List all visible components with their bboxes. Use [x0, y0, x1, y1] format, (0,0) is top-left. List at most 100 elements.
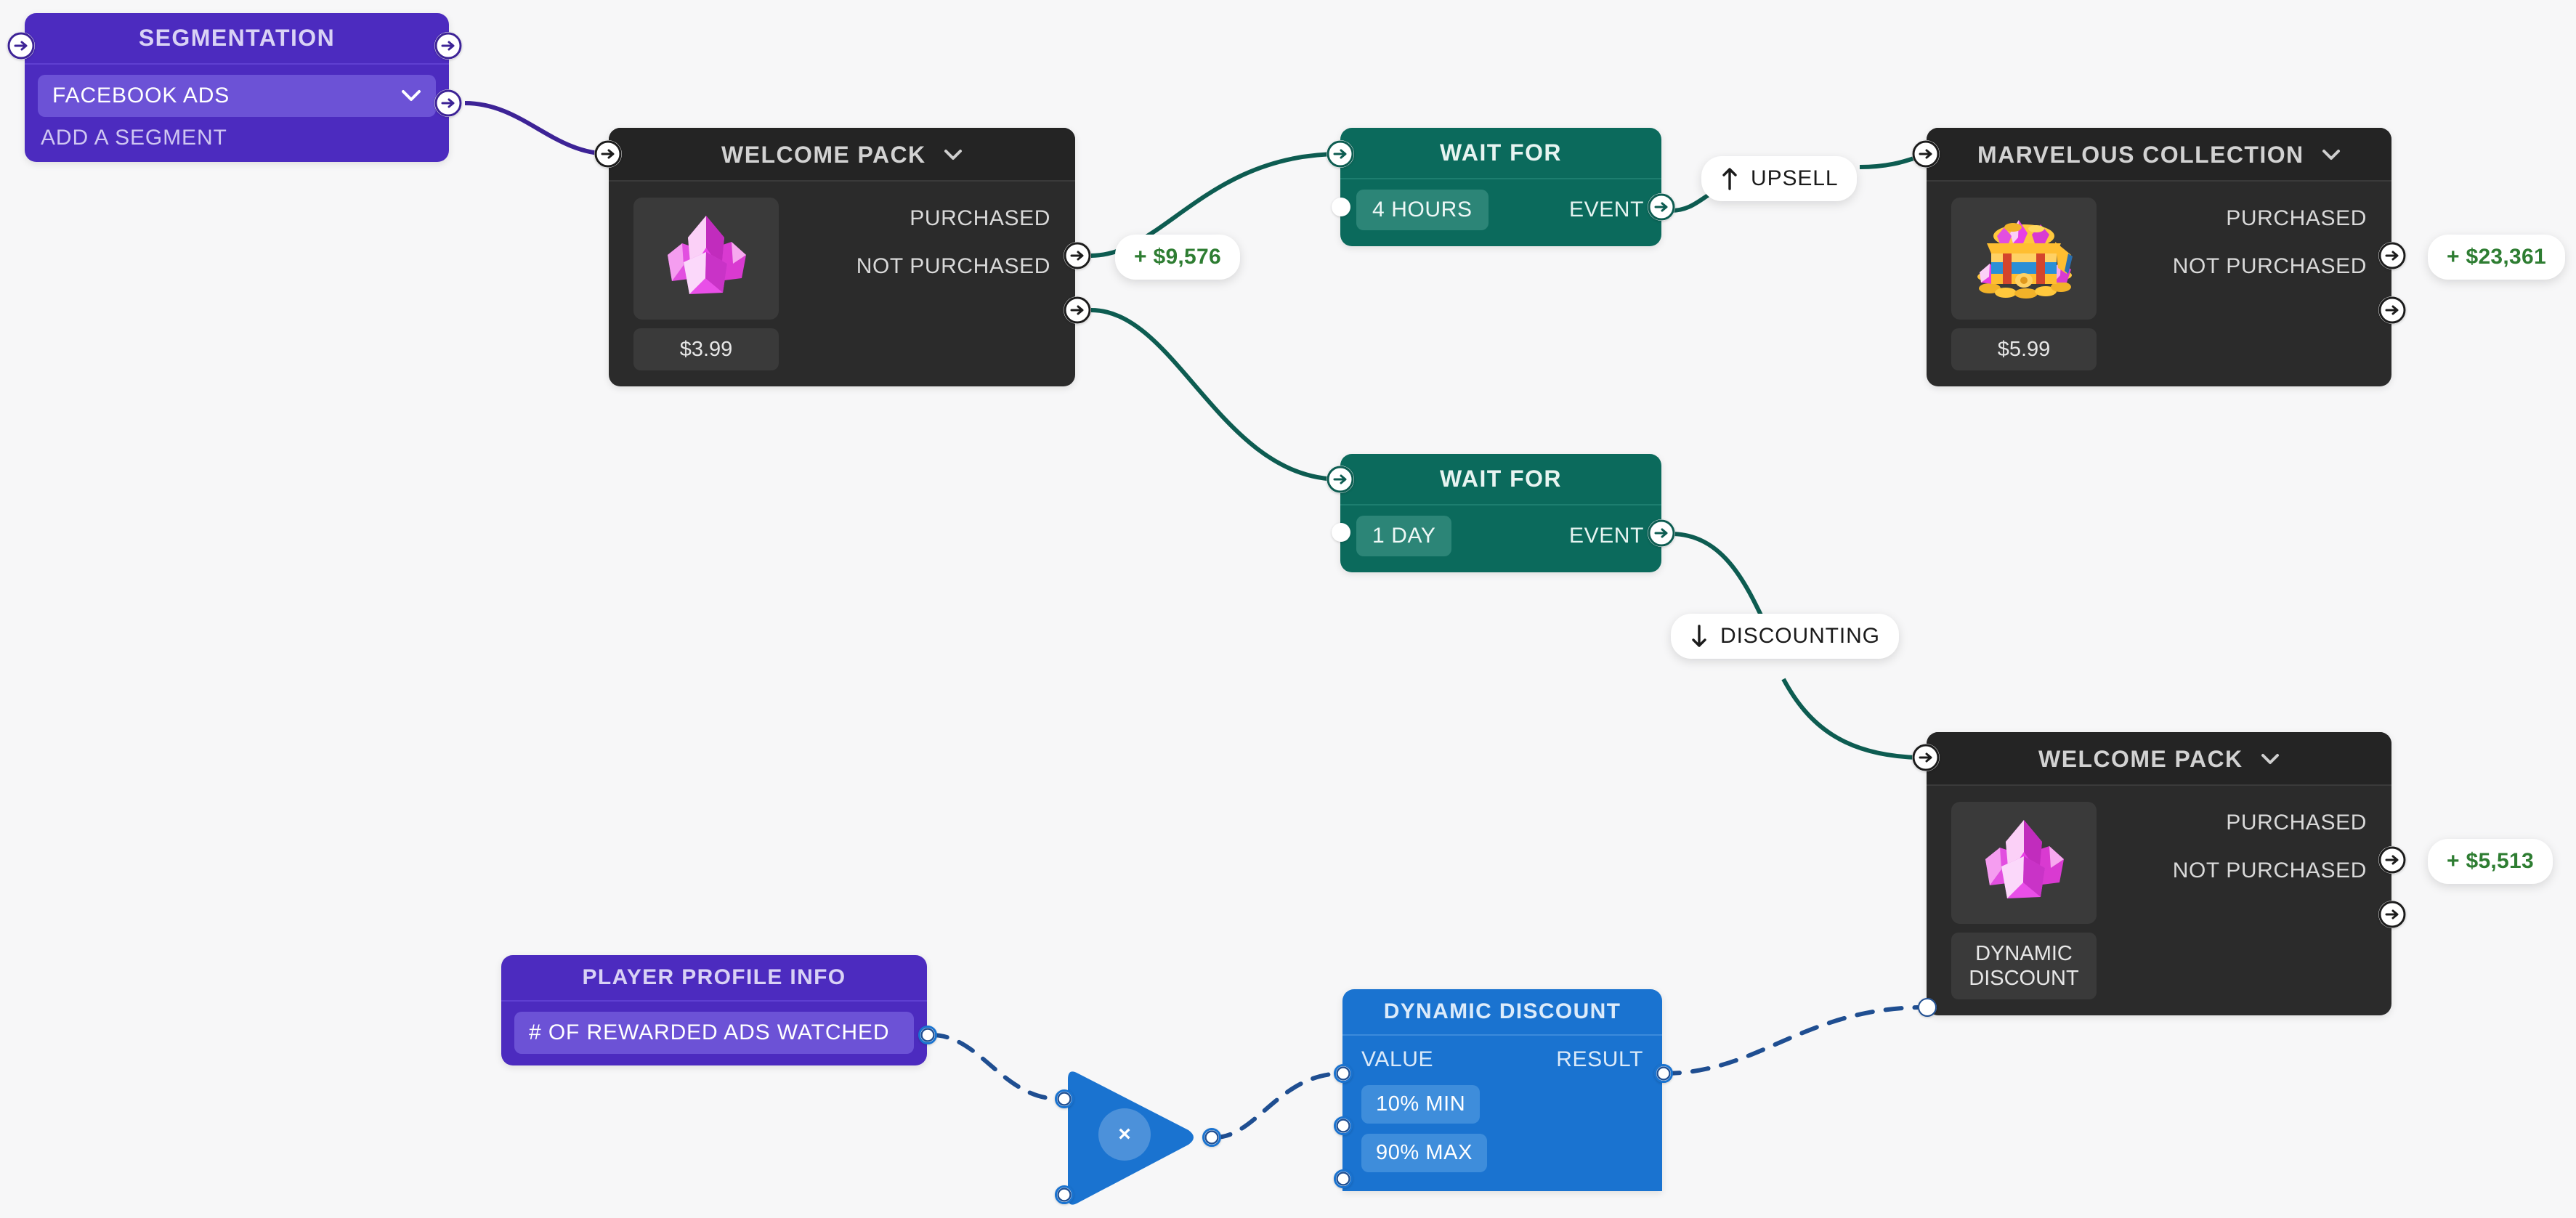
welcome-pack-2-purchased-port[interactable] [2378, 846, 2406, 874]
segment-select[interactable]: FACEBOOK ADS [38, 75, 436, 117]
chevron-down-icon[interactable] [2322, 139, 2341, 166]
welcome-pack-2-thumb-col: DYNAMIC DISCOUNT [1927, 802, 2097, 1000]
wait-for-1-input-port[interactable] [1327, 140, 1354, 168]
wait-for-1-event-port[interactable] [1648, 193, 1675, 221]
dynamic-discount-body: VALUE RESULT 10% MIN 90% MAX [1342, 1036, 1662, 1191]
output-label-purchased: PURCHASED [2226, 811, 2367, 835]
upsell-badge: UPSELL [1701, 156, 1858, 201]
multiply-input-b-port[interactable] [1055, 1185, 1074, 1204]
welcome-pack-1-input-port[interactable] [594, 140, 622, 168]
wait-duration-chip[interactable]: 1 DAY [1356, 516, 1452, 556]
welcome-pack-1-body: $3.99 PURCHASED NOT PURCHASED [609, 182, 1075, 386]
segmentation-title: SEGMENTATION [25, 13, 449, 65]
upsell-label: UPSELL [1751, 166, 1839, 190]
profile-attribute-field[interactable]: # OF REWARDED ADS WATCHED [514, 1012, 914, 1054]
marvelous-collection-thumb-col: $5.99 [1927, 198, 2097, 371]
multiply-output-port[interactable] [1202, 1128, 1221, 1147]
player-profile-info-node[interactable]: PLAYER PROFILE INFO # OF REWARDED ADS WA… [501, 955, 927, 1065]
result-label: RESULT [1556, 1047, 1643, 1071]
welcome-pack-1-node[interactable]: WELCOME PACK $3.99 PURCHASED NOT PURCHAS… [609, 128, 1075, 387]
output-label-purchased: PURCHASED [910, 206, 1050, 230]
revenue-badge-marvelous-collection: + $23,361 [2428, 235, 2565, 280]
wait-for-1-event-label: EVENT [1568, 198, 1644, 222]
dynamic-discount-value-port[interactable] [1334, 1064, 1353, 1083]
discounting-label: DISCOUNTING [1720, 624, 1880, 648]
dynamic-discount-max-port[interactable] [1334, 1169, 1353, 1188]
output-label-not-purchased: NOT PURCHASED [856, 254, 1050, 278]
welcome-pack-2-discount-input-port[interactable] [1918, 998, 1937, 1017]
output-label-not-purchased: NOT PURCHASED [2172, 858, 2367, 882]
player-profile-info-body: # OF REWARDED ADS WATCHED [501, 1012, 927, 1065]
dynamic-discount-io-row: VALUE RESULT [1342, 1036, 1662, 1075]
segment-select-value: FACEBOOK ADS [52, 84, 230, 107]
welcome-pack-1-title: WELCOME PACK [609, 128, 1075, 182]
marvelous-collection-outputs: PURCHASED NOT PURCHASED [2097, 198, 2391, 370]
dynamic-discount-result-port[interactable] [1654, 1064, 1673, 1083]
welcome-pack-1-not-purchased-port[interactable] [1064, 296, 1091, 324]
chevron-down-icon[interactable] [944, 139, 963, 166]
multiply-input-a-port[interactable] [1055, 1089, 1074, 1108]
wait-for-2-input-port[interactable] [1327, 466, 1354, 493]
wait-for-2-time-port[interactable] [1332, 523, 1350, 542]
output-label-not-purchased: NOT PURCHASED [2172, 254, 2367, 278]
multiply-symbol: × [1098, 1108, 1151, 1161]
welcome-pack-2-body: DYNAMIC DISCOUNT PURCHASED NOT PURCHASED [1927, 786, 2391, 1015]
arrow-down-icon [1690, 624, 1709, 649]
gem-cluster-icon [633, 198, 779, 320]
welcome-pack-2-discount-slot[interactable]: DYNAMIC DISCOUNT [1951, 933, 2097, 1000]
marvelous-collection-not-purchased-port[interactable] [2378, 296, 2406, 324]
welcome-pack-1-price: $3.99 [633, 328, 779, 371]
max-discount-chip[interactable]: 90% MAX [1361, 1134, 1488, 1172]
discount-slot-line-1: DYNAMIC [1975, 942, 2073, 965]
welcome-pack-2-input-port[interactable] [1912, 744, 1940, 771]
marvelous-collection-title: MARVELOUS COLLECTION [1927, 128, 2391, 182]
welcome-pack-2-node[interactable]: WELCOME PACK DYNAMIC DISCOUNT PURCHASED … [1927, 732, 2391, 1016]
revenue-badge-welcome-pack-2: + $5,513 [2428, 839, 2553, 884]
dynamic-discount-min-port[interactable] [1334, 1116, 1353, 1135]
player-profile-output-port[interactable] [918, 1026, 937, 1044]
value-label: VALUE [1361, 1047, 1434, 1071]
chevron-down-icon [401, 84, 421, 108]
player-profile-info-title: PLAYER PROFILE INFO [501, 955, 927, 1002]
flow-canvas[interactable]: SEGMENTATION FACEBOOK ADS ADD A SEGMENT … [0, 0, 2576, 1218]
discount-slot-line-2: DISCOUNT [1969, 967, 2079, 991]
wait-for-2-event-label: EVENT [1568, 524, 1644, 548]
marvelous-collection-node[interactable]: MARVELOUS COLLECTION $5.99 PURCHASED NOT… [1927, 128, 2391, 387]
segmentation-body: FACEBOOK ADS ADD A SEGMENT [25, 75, 449, 162]
wait-for-1-row: 4 HOURS EVENT [1340, 179, 1661, 246]
wait-duration-chip[interactable]: 4 HOURS [1356, 190, 1489, 230]
revenue-amount: + $23,361 [2447, 245, 2546, 269]
dynamic-discount-node[interactable]: DYNAMIC DISCOUNT VALUE RESULT 10% MIN 90… [1342, 989, 1662, 1191]
arrow-up-icon [1720, 166, 1739, 191]
dynamic-discount-title: DYNAMIC DISCOUNT [1342, 989, 1662, 1036]
segment-output-port[interactable] [434, 89, 462, 117]
chevron-down-icon[interactable] [2261, 744, 2280, 771]
gem-cluster-icon [1951, 802, 2097, 924]
wait-for-2-title: WAIT FOR [1340, 454, 1661, 506]
treasure-chest-icon [1951, 198, 2097, 320]
marvelous-collection-purchased-port[interactable] [2378, 242, 2406, 269]
segmentation-input-port[interactable] [7, 32, 35, 60]
discounting-badge: DISCOUNTING [1671, 614, 1899, 659]
marvelous-collection-input-port[interactable] [1912, 140, 1940, 168]
segmentation-node[interactable]: SEGMENTATION FACEBOOK ADS ADD A SEGMENT [25, 13, 449, 162]
welcome-pack-2-not-purchased-port[interactable] [2378, 901, 2406, 928]
output-label-purchased: PURCHASED [2226, 206, 2367, 230]
wait-for-1-title: WAIT FOR [1340, 128, 1661, 179]
wait-for-2-row: 1 DAY EVENT [1340, 506, 1661, 572]
revenue-badge-welcome-pack-1: + $9,576 [1115, 235, 1241, 280]
welcome-pack-2-title: WELCOME PACK [1927, 732, 2391, 786]
welcome-pack-1-purchased-port[interactable] [1064, 242, 1091, 269]
welcome-pack-1-outputs: PURCHASED NOT PURCHASED [779, 198, 1075, 370]
wait-for-2-node[interactable]: WAIT FOR 1 DAY EVENT [1340, 454, 1661, 572]
wait-for-1-node[interactable]: WAIT FOR 4 HOURS EVENT [1340, 128, 1661, 246]
min-discount-chip[interactable]: 10% MIN [1361, 1085, 1481, 1124]
segmentation-header-output-port[interactable] [434, 32, 462, 60]
wait-for-1-time-port[interactable] [1332, 198, 1350, 216]
add-segment-button[interactable]: ADD A SEGMENT [25, 117, 449, 162]
marvelous-collection-price: $5.99 [1951, 328, 2097, 371]
welcome-pack-1-thumb-col: $3.99 [609, 198, 779, 371]
wait-for-2-event-port[interactable] [1648, 519, 1675, 547]
profile-attribute-label: # OF REWARDED ADS WATCHED [529, 1020, 890, 1044]
marvelous-collection-body: $5.99 PURCHASED NOT PURCHASED [1927, 182, 2391, 386]
